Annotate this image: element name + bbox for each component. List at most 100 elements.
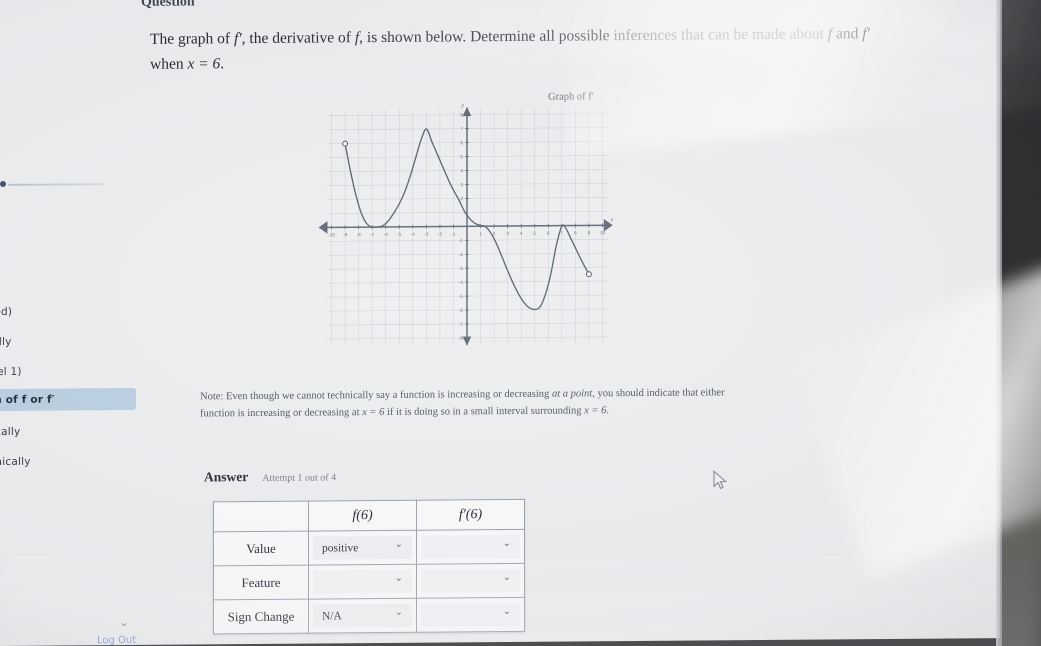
graph-caption: Graph of f′ [548, 91, 595, 103]
sidebar-item-label: f f (Guided) [0, 305, 13, 319]
svg-text:-4: -4 [459, 280, 464, 285]
cell-sign-change-fprime6: ⌄ [416, 597, 525, 633]
svg-text:y: y [461, 103, 465, 109]
table-row: Sign Change N/A ⌄ ⌄ [213, 597, 525, 634]
sidebar-item-1[interactable]: Graphically [0, 330, 136, 354]
svg-text:-8: -8 [459, 336, 464, 341]
svg-text:-8: -8 [357, 232, 362, 237]
sidebar: f f (Guided) Graphically aph (Level 1) m… [0, 0, 170, 646]
svg-text:7: 7 [561, 231, 564, 236]
chevron-down-icon[interactable]: ⌄ [503, 606, 511, 617]
column-header-fprime6: f′(6) [416, 499, 525, 531]
row-header-feature: Feature [213, 565, 309, 600]
svg-text:7: 7 [460, 126, 463, 131]
chevron-down-icon[interactable]: ⌄ [503, 572, 511, 583]
svg-text:9: 9 [588, 230, 591, 235]
dropdown-value-f6[interactable]: positive ⌄ [313, 535, 412, 560]
question-text-part: . [220, 55, 225, 73]
attempt-counter: Attempt 1 out of 4 [262, 472, 337, 484]
note-x-value: x = 6 [584, 405, 607, 417]
svg-text:-9: -9 [343, 232, 348, 237]
question-text-part: The graph of [150, 30, 234, 48]
cell-value-fprime6: ⌄ [416, 529, 525, 565]
note-emphasis: at a point [551, 388, 593, 400]
row-header-value: Value [213, 531, 309, 566]
page-title: Question [141, 0, 195, 10]
svg-text:-7: -7 [459, 322, 464, 327]
log-out-link[interactable]: Log Out [97, 635, 136, 646]
chevron-down-icon[interactable]: ⌄ [503, 538, 511, 549]
dropdown-sign-change-fprime6[interactable]: ⌄ [421, 602, 520, 627]
table-header-row: f(6) f′(6) [213, 499, 525, 532]
sidebar-item-label: Algebraically [0, 425, 21, 439]
answer-header: Answer Attempt 1 out of 4 [204, 468, 336, 485]
sidebar-item-4[interactable]: Algebraically [0, 420, 136, 444]
cell-feature-f6: ⌄ [308, 564, 417, 600]
svg-text:-2: -2 [438, 232, 443, 237]
sidebar-item-0[interactable]: f f (Guided) [0, 300, 136, 324]
svg-text:-5: -5 [397, 232, 402, 237]
svg-text:-3: -3 [424, 232, 429, 237]
row-header-sign-change: Sign Change [213, 599, 309, 634]
derivative-graph: x y -10 -9 -8 -7 -6 -5 -4 -3 -2 -1 1 2 3 4 5 6 7 8 9 10 8 7 6 5 4 3… [308, 89, 630, 364]
svg-text:6: 6 [547, 231, 550, 236]
chevron-down-icon[interactable]: ⌄ [395, 573, 403, 584]
answer-table: f(6) f′(6) Value positive ⌄ ⌄ Feature ⌄ … [213, 498, 525, 635]
mouse-cursor [713, 470, 728, 490]
svg-text:2: 2 [493, 231, 496, 236]
question-text: The graph of f′, the derivative of f, is… [150, 20, 990, 77]
column-header-label: f′(6) [458, 506, 483, 522]
svg-text:3: 3 [506, 231, 509, 236]
answer-label: Answer [204, 469, 249, 485]
svg-text:-3: -3 [459, 266, 464, 271]
svg-text:3: 3 [460, 182, 463, 187]
chevron-down-icon[interactable]: ⌄ [395, 607, 403, 618]
question-text-part: when [150, 55, 188, 73]
x-equals-six: x = 6 [187, 55, 221, 73]
dropdown-selected-text: positive [322, 541, 359, 554]
fprime-symbol: f′ [862, 25, 870, 43]
progress-dot-icon [0, 180, 6, 187]
svg-text:-10: -10 [328, 232, 335, 237]
svg-text:5: 5 [533, 231, 536, 236]
svg-text:10: 10 [600, 230, 606, 235]
dropdown-value-fprime6[interactable]: ⌄ [421, 534, 520, 559]
sidebar-item-label: aph (Level 1) [0, 365, 22, 379]
table-corner-cell [213, 501, 309, 532]
chevron-down-icon[interactable]: ⌄ [119, 615, 129, 629]
svg-text:x: x [610, 217, 614, 223]
dropdown-feature-f6[interactable]: ⌄ [313, 569, 412, 594]
svg-text:-1: -1 [459, 238, 464, 243]
sidebar-item-2[interactable]: aph (Level 1) [0, 360, 136, 384]
svg-text:1: 1 [479, 231, 482, 236]
note-x-value: x = 6 [362, 406, 385, 419]
note-part: Note: Even though we cannot technically … [200, 388, 552, 403]
table-row: Value positive ⌄ ⌄ [213, 529, 525, 566]
sidebar-item-3-active[interactable]: m Graph of f or f′ [0, 387, 136, 412]
svg-text:8: 8 [574, 230, 577, 235]
dropdown-sign-change-f6[interactable]: N/A ⌄ [313, 603, 412, 628]
note-part: if it is doing so in a small interval su… [384, 405, 585, 418]
svg-text:-2: -2 [459, 252, 464, 257]
dropdown-feature-fprime6[interactable]: ⌄ [421, 568, 520, 593]
question-text-part: and [832, 25, 863, 43]
svg-text:4: 4 [520, 231, 523, 236]
dropdown-selected-text: N/A [322, 609, 342, 622]
cell-sign-change-f6: N/A ⌄ [308, 598, 417, 634]
question-text-highlight: inferences that can be made about [613, 25, 828, 45]
chevron-down-icon[interactable]: ⌄ [395, 539, 403, 550]
svg-text:-5: -5 [459, 294, 464, 299]
sidebar-item-label: Graphically [0, 335, 12, 349]
column-header-label: f(6) [352, 507, 373, 523]
cell-feature-fprime6: ⌄ [416, 563, 525, 599]
svg-text:8: 8 [460, 112, 463, 117]
screen-surface: f f (Guided) Graphically aph (Level 1) m… [0, 0, 1000, 646]
table-row: Feature ⌄ ⌄ [213, 563, 525, 600]
question-text-part: , is shown below. Determine all possible [359, 27, 614, 47]
sidebar-item-5[interactable]: e Algebraically [0, 450, 136, 474]
svg-text:-6: -6 [459, 308, 464, 313]
svg-text:-6: -6 [384, 232, 389, 237]
svg-text:-7: -7 [370, 232, 375, 237]
monitor-edge [996, 0, 1002, 646]
svg-text:-4: -4 [411, 232, 416, 237]
